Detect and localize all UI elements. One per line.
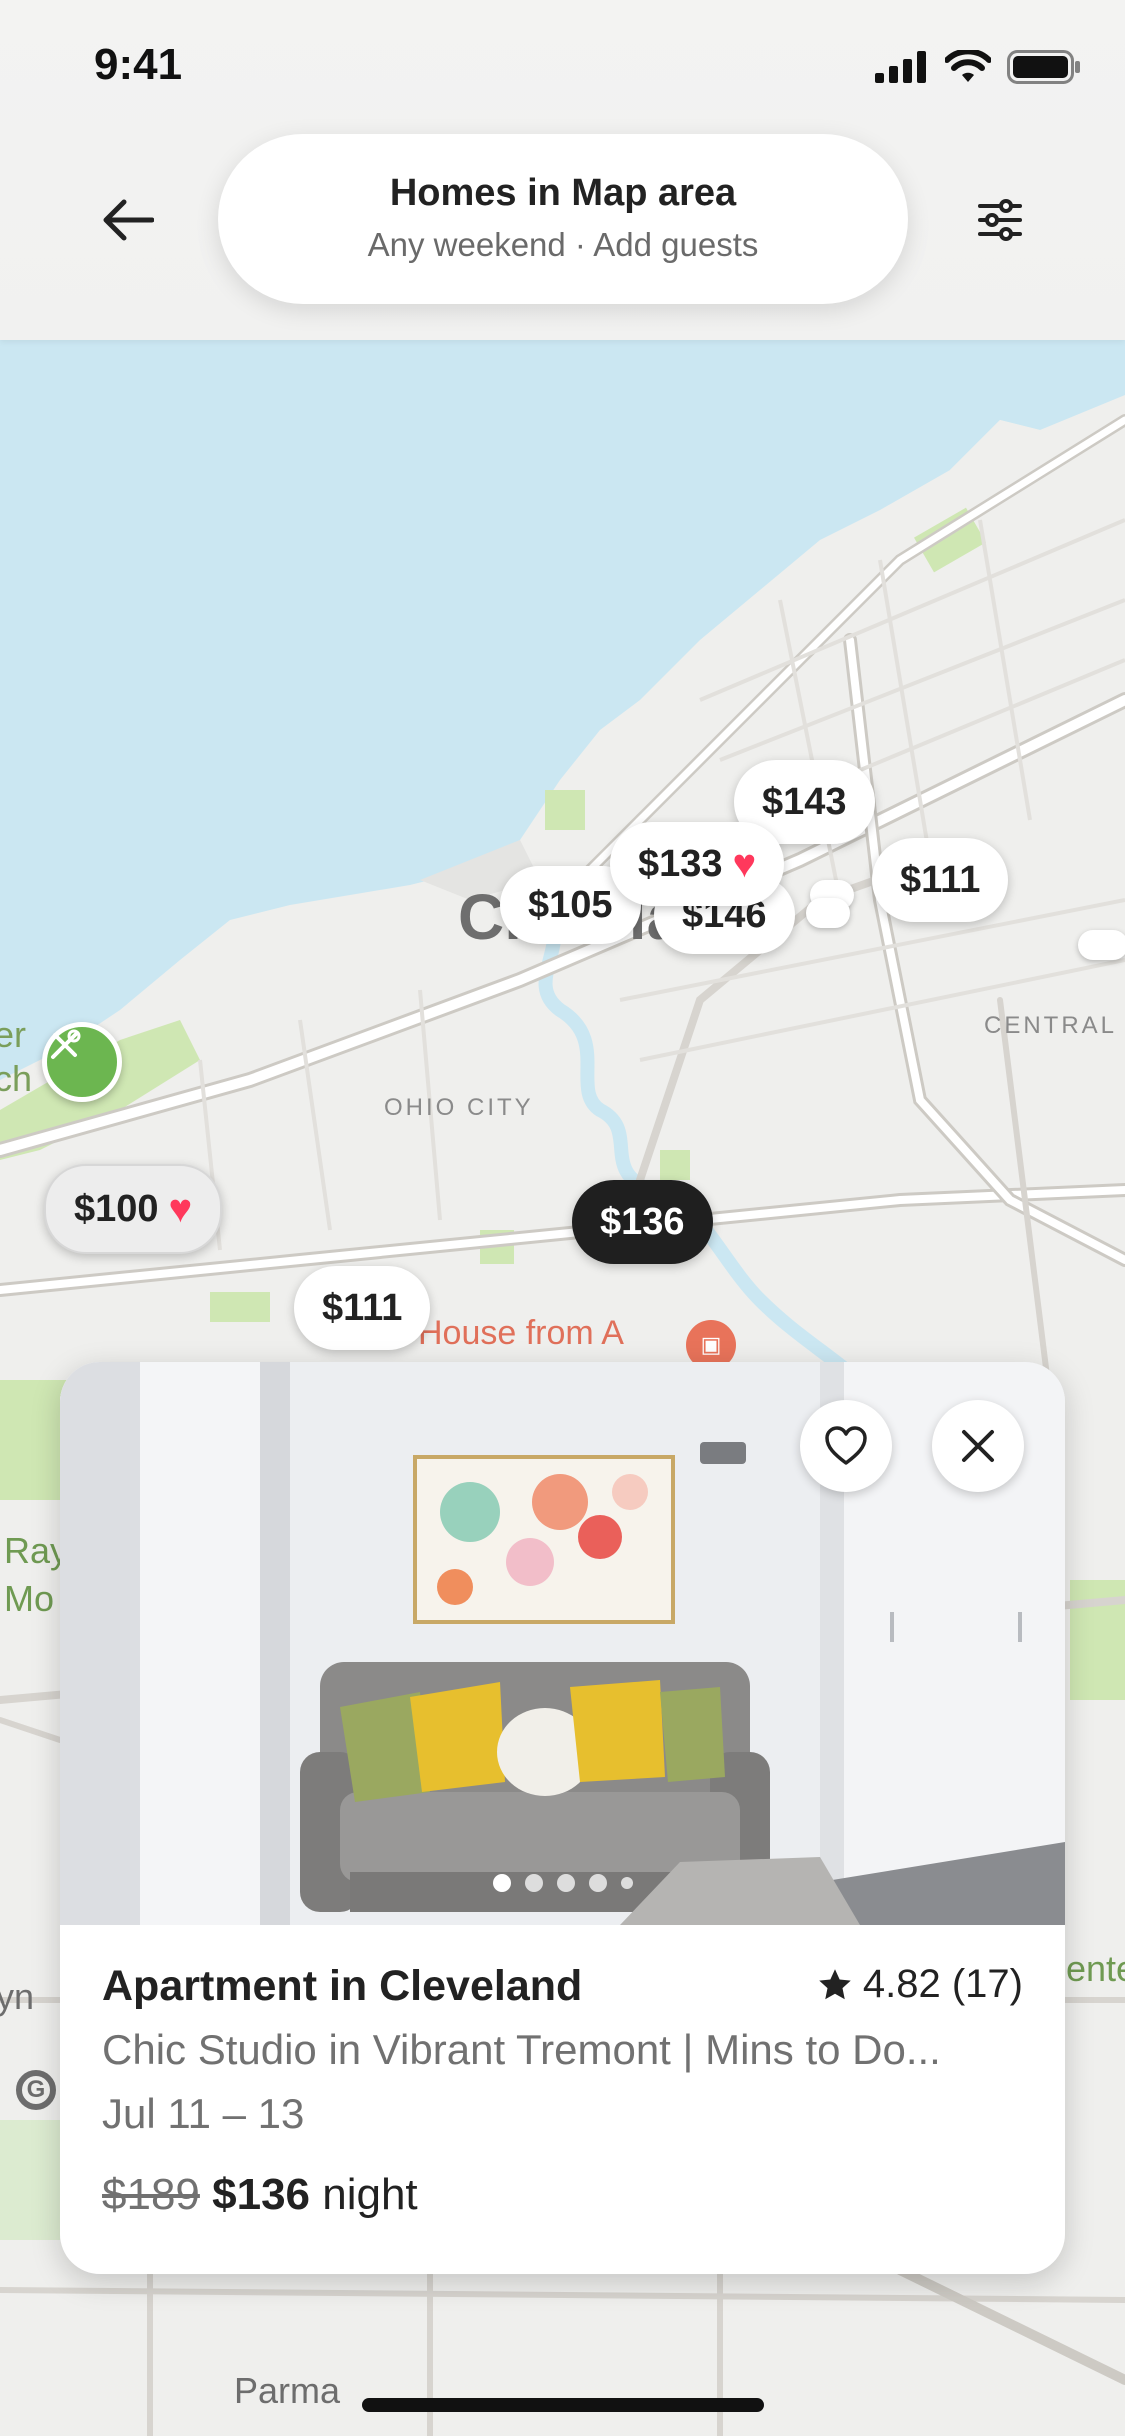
discounted-price: $136 [212, 2170, 311, 2219]
status-time: 9:41 [94, 40, 183, 89]
pagination-dot[interactable] [620, 1877, 633, 1889]
close-button[interactable] [932, 1400, 1024, 1492]
price-pin-label: $111 [322, 1286, 403, 1329]
listing-subtitle: Chic Studio in Vibrant Tremont | Mins to… [102, 2026, 941, 2073]
listing-dates: Jul 11 – 13 [102, 2090, 305, 2137]
map-poi-icon: G [16, 2070, 56, 2110]
listing-rating: 4.82 (17) [817, 1962, 1023, 2007]
battery-icon [1007, 50, 1080, 84]
pagination-dot[interactable] [492, 1874, 511, 1892]
search-title: Homes in Map area [389, 172, 737, 214]
wifi-icon [945, 50, 991, 82]
close-icon [962, 1430, 994, 1462]
side-label: ch [0, 1058, 33, 1099]
status-icons [875, 50, 1081, 84]
back-button[interactable] [92, 184, 164, 256]
heart-filled-icon: ♥ [732, 841, 757, 886]
cluster-pin[interactable] [1078, 930, 1125, 960]
price-pin-label: $143 [762, 780, 847, 823]
neighborhood-label-ohio-city: OHIO CITY [384, 1094, 534, 1121]
filter-button[interactable] [960, 184, 1040, 256]
search-subtitle: Any weekend · Add guests [367, 226, 759, 263]
price-pin-label: $100 [74, 1187, 159, 1230]
pagination-dot[interactable] [588, 1874, 607, 1892]
original-price: $189 [102, 2170, 200, 2219]
cluster-pin[interactable] [806, 898, 850, 928]
side-label: Ray [4, 1530, 69, 1571]
price-pin-selected[interactable]: $136 [572, 1180, 713, 1264]
listing-title: Apartment in Cleveland [102, 1962, 583, 2010]
side-label: er [0, 1014, 27, 1055]
pagination-dot[interactable] [556, 1874, 575, 1892]
photo-pagination [60, 1874, 1065, 1892]
heart-outline-icon [825, 1426, 867, 1465]
header: 9:41 Homes in Map area Any weekend · Add… [0, 0, 1125, 340]
price-pin-label: $111 [900, 858, 981, 901]
price-unit: night [310, 2170, 418, 2219]
neighborhood-label-central: CENTRAL [984, 1012, 1118, 1039]
listing-price: $189 $136 night [102, 2170, 418, 2220]
search-pill[interactable]: Homes in Map area Any weekend · Add gues… [218, 134, 908, 304]
listing-photo-image [60, 1362, 1065, 1925]
price-pin[interactable]: $111 [872, 838, 1009, 922]
side-label: yn [0, 1976, 35, 2017]
poi-label: House from A [418, 1314, 624, 1352]
heart-filled-icon: ♥ [168, 1186, 193, 1231]
home-indicator[interactable] [362, 2398, 764, 2412]
listing-photo[interactable] [60, 1362, 1065, 1925]
price-pin-label: $133 [638, 842, 723, 885]
arrow-left-icon [103, 199, 154, 241]
pagination-dot[interactable] [524, 1874, 543, 1892]
park-pin-icon[interactable] [42, 1022, 122, 1102]
side-label: ente [1066, 1948, 1125, 1989]
save-favorite-button[interactable] [800, 1400, 892, 1492]
price-pin-favorite[interactable]: $100 ♥ [44, 1164, 223, 1254]
star-icon [819, 1968, 851, 1999]
price-pin-label: $105 [528, 883, 613, 926]
map-bottom-label: Parma [234, 2370, 341, 2411]
rating-value: 4.82 (17) [862, 1962, 1023, 2006]
listing-card[interactable]: Apartment in Cleveland 4.82 (17) Chic St… [60, 1362, 1065, 2274]
price-pin-label: $136 [600, 1200, 685, 1243]
sliders-icon [978, 199, 1022, 241]
price-pin[interactable]: $111 [294, 1266, 431, 1350]
price-pin-favorite[interactable]: $133 ♥ [610, 822, 785, 906]
signal-icon [875, 51, 926, 83]
side-label: Mo [4, 1578, 55, 1619]
